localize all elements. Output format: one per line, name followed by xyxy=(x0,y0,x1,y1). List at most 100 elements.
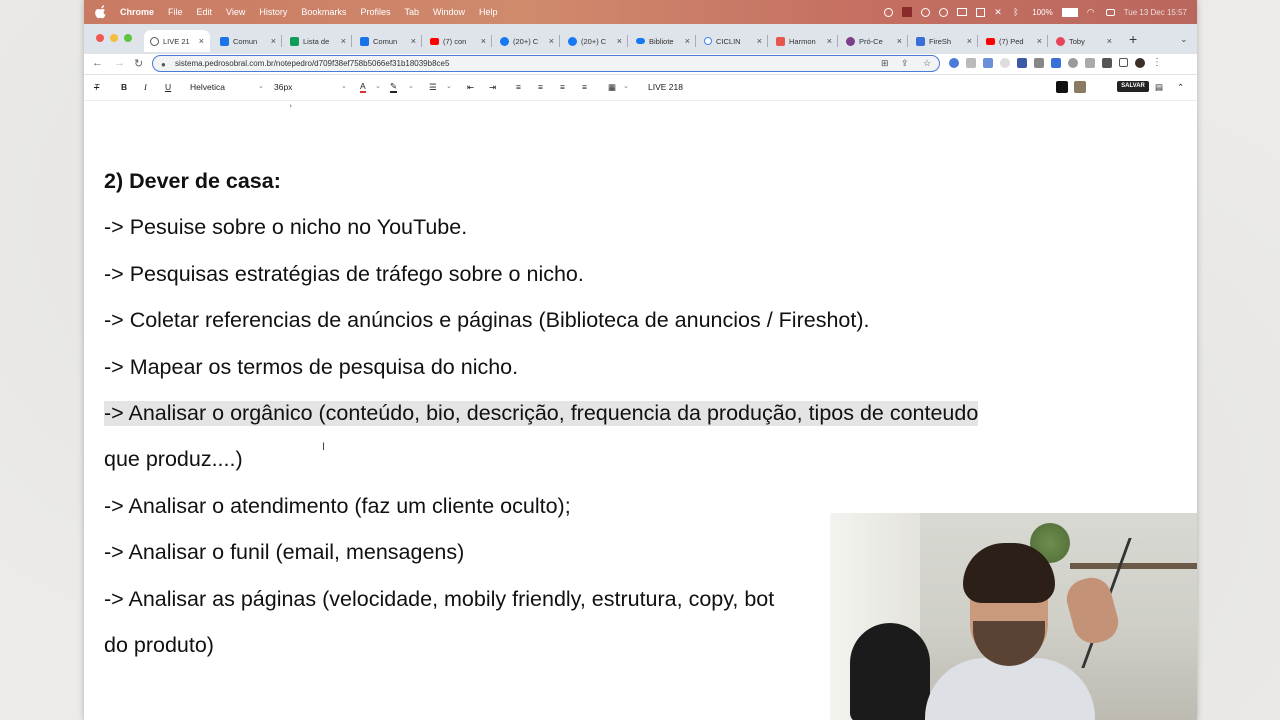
extension-icon[interactable] xyxy=(1085,58,1095,68)
close-tab-icon[interactable]: × xyxy=(617,36,622,46)
text-color-icon[interactable]: A xyxy=(360,82,366,93)
close-tab-icon[interactable]: × xyxy=(549,36,554,46)
apple-icon[interactable] xyxy=(94,5,108,19)
tab-youtube-1[interactable]: (7) con × xyxy=(424,30,492,52)
extension-icon[interactable] xyxy=(1051,58,1061,68)
grid-icon[interactable] xyxy=(976,7,986,17)
tab-facebook-1[interactable]: (20+) C × xyxy=(494,30,560,52)
mute-icon[interactable]: ✕ xyxy=(994,7,1004,17)
bookmark-star-icon[interactable]: ☆ xyxy=(923,58,931,69)
close-tab-icon[interactable]: × xyxy=(1107,36,1112,46)
url-text[interactable]: sistema.pedrosobral.com.br/notepedro/d70… xyxy=(175,59,449,68)
save-button[interactable]: SALVAR xyxy=(1117,81,1149,92)
font-size-select[interactable]: 36px xyxy=(274,82,344,92)
tab-ciclin[interactable]: CICLIN × xyxy=(698,30,768,52)
battery-icon[interactable] xyxy=(1061,7,1078,17)
tab-pro-ce[interactable]: Pró-Ce × xyxy=(840,30,908,52)
close-tab-icon[interactable]: × xyxy=(757,36,762,46)
menu-file[interactable]: File xyxy=(168,7,183,17)
address-bar[interactable]: ● sistema.pedrosobral.com.br/notepedro/d… xyxy=(152,55,940,72)
translate-icon[interactable]: ⊞ xyxy=(881,58,889,69)
tab-facebook-2[interactable]: (20+) C × xyxy=(562,30,628,52)
highlight-icon[interactable]: ✎ xyxy=(390,82,398,93)
menu-view[interactable]: View xyxy=(226,7,245,17)
lock-icon[interactable]: ● xyxy=(161,60,166,69)
menu-bookmarks[interactable]: Bookmarks xyxy=(301,7,346,17)
align-center-icon[interactable]: ≡ xyxy=(538,82,543,92)
outdent-icon[interactable]: ⇤ xyxy=(467,82,474,93)
chevron-down-icon[interactable]: ⌄ xyxy=(375,82,381,90)
chevron-up-icon[interactable]: ⌃ xyxy=(1177,82,1184,93)
extension-icon[interactable] xyxy=(1068,58,1078,68)
notes-icon[interactable]: ▤ xyxy=(1155,82,1163,93)
close-tab-icon[interactable]: × xyxy=(685,36,690,46)
menu-profiles[interactable]: Profiles xyxy=(360,7,390,17)
wifi-icon[interactable]: ◠ xyxy=(1087,7,1097,17)
chevron-down-icon[interactable]: ⌄ xyxy=(446,82,452,90)
minimize-window-button[interactable] xyxy=(110,34,118,42)
new-tab-button[interactable]: + xyxy=(1129,31,1137,47)
puzzle-icon[interactable] xyxy=(1102,58,1112,68)
clear-format-icon[interactable]: T xyxy=(94,82,99,92)
reload-icon[interactable]: ↻ xyxy=(134,57,143,70)
bold-icon[interactable]: B xyxy=(121,82,127,92)
chevron-down-icon[interactable]: ⌄ xyxy=(258,82,264,90)
bullet-list-icon[interactable]: ☰ xyxy=(429,82,437,93)
tab-comunidade-1[interactable]: Comun × xyxy=(214,30,282,52)
close-tab-icon[interactable]: × xyxy=(897,36,902,46)
color-swatch-black[interactable] xyxy=(1056,81,1068,93)
align-right-icon[interactable]: ≡ xyxy=(560,82,565,92)
forward-arrow-icon[interactable]: → xyxy=(114,57,125,69)
menu-app-name[interactable]: Chrome xyxy=(120,7,154,17)
extension-icon[interactable] xyxy=(983,58,993,68)
close-tab-icon[interactable]: × xyxy=(341,36,346,46)
sync-icon[interactable] xyxy=(884,7,894,17)
tab-fireshot[interactable]: FireSh × xyxy=(910,30,978,52)
indent-icon[interactable]: ⇥ xyxy=(489,82,496,93)
menu-window[interactable]: Window xyxy=(433,7,465,17)
tab-search-icon[interactable]: ⌄ xyxy=(1180,34,1188,45)
close-tab-icon[interactable]: × xyxy=(1037,36,1042,46)
bluetooth-icon[interactable]: ᛒ xyxy=(1013,7,1023,17)
zoom-window-button[interactable] xyxy=(124,34,132,42)
extension-icon[interactable] xyxy=(949,58,959,68)
extension-icon[interactable] xyxy=(1034,58,1044,68)
close-tab-icon[interactable]: × xyxy=(411,36,416,46)
tab-harmon[interactable]: Harmon × xyxy=(770,30,838,52)
chevron-down-icon[interactable]: ⌄ xyxy=(408,82,414,90)
control-center-icon[interactable] xyxy=(1105,8,1115,16)
menu-help[interactable]: Help xyxy=(479,7,498,17)
globe-icon[interactable] xyxy=(939,7,949,17)
close-tab-icon[interactable]: × xyxy=(271,36,276,46)
tab-live-218[interactable]: LIVE 21 × xyxy=(144,30,210,52)
menu-edit[interactable]: Edit xyxy=(197,7,213,17)
align-left-icon[interactable]: ≡ xyxy=(516,82,521,92)
tab-youtube-2[interactable]: (7) Ped × xyxy=(980,30,1048,52)
italic-icon[interactable]: I xyxy=(144,82,147,92)
close-tab-icon[interactable]: × xyxy=(827,36,832,46)
share-icon[interactable]: ⇪ xyxy=(901,58,909,69)
close-window-button[interactable] xyxy=(96,34,104,42)
kebab-menu-icon[interactable]: ⋮ xyxy=(1152,58,1162,68)
profile-avatar[interactable] xyxy=(1135,58,1145,68)
extension-icon[interactable] xyxy=(1000,58,1010,68)
extension-icon[interactable] xyxy=(966,58,976,68)
extension-icon[interactable] xyxy=(1017,58,1027,68)
close-tab-icon[interactable]: × xyxy=(481,36,486,46)
menu-history[interactable]: History xyxy=(259,7,287,17)
record-icon[interactable] xyxy=(902,7,913,17)
menu-tab[interactable]: Tab xyxy=(404,7,419,17)
screen-icon[interactable] xyxy=(921,7,931,17)
chevron-down-icon[interactable]: ⌄ xyxy=(341,82,347,90)
camera-icon[interactable] xyxy=(957,8,968,16)
close-tab-icon[interactable]: × xyxy=(199,36,204,46)
color-swatch-brown[interactable] xyxy=(1074,81,1086,93)
clock[interactable]: Tue 13 Dec 15:57 xyxy=(1124,8,1187,17)
chevron-down-icon[interactable]: ⌄ xyxy=(623,82,629,90)
tab-lista[interactable]: Lista de × xyxy=(284,30,352,52)
font-family-select[interactable]: Helvetica xyxy=(190,82,268,92)
underline-icon[interactable]: U xyxy=(165,82,171,92)
align-justify-icon[interactable]: ≡ xyxy=(582,82,587,92)
tab-toby[interactable]: Toby × xyxy=(1050,30,1118,52)
tab-biblioteca[interactable]: Bibliote × xyxy=(630,30,696,52)
